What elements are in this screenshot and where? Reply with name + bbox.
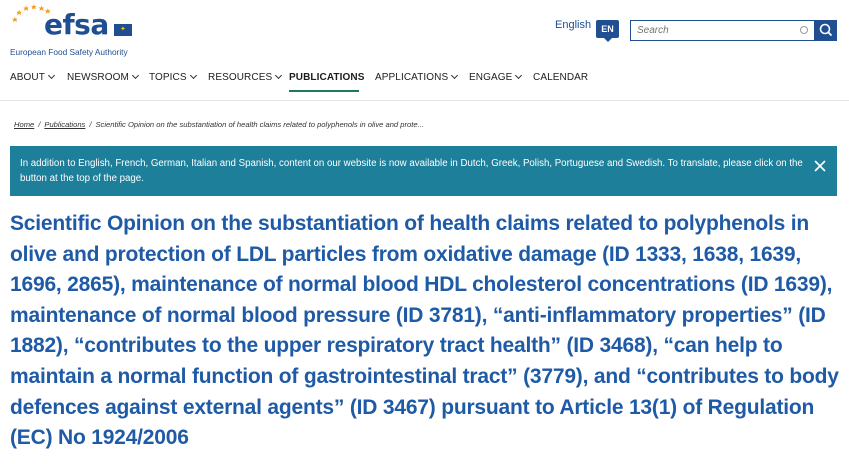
language-label[interactable]: English (555, 19, 591, 31)
close-icon[interactable] (813, 159, 827, 173)
search-box (630, 20, 815, 41)
search-icon (819, 23, 833, 37)
logo-wordmark: efsa (44, 8, 109, 41)
search-input[interactable] (631, 21, 801, 40)
breadcrumb-publications-link[interactable]: Publications (44, 120, 85, 129)
nav-item-publications[interactable]: PUBLICATIONS (289, 72, 364, 83)
clear-icon[interactable] (800, 26, 808, 34)
nav-item-engage[interactable]: ENGAGE (469, 71, 523, 83)
chevron-down-icon (451, 71, 459, 80)
breadcrumb: Home / Publications / Scientific Opinion on … (14, 120, 424, 129)
language-selector-button[interactable]: EN (596, 20, 619, 42)
nav-divider (0, 100, 849, 101)
chevron-down-icon (131, 71, 139, 80)
site-header: efsa ✦ European Food Safety Authority En… (0, 0, 849, 64)
chevron-down-icon (47, 71, 55, 80)
main-navigation: ABOUT NEWSROOM TOPICS RESOURCES PUBLICAT… (0, 71, 849, 92)
eu-flag-icon: ✦ (114, 24, 132, 36)
chevron-down-icon (515, 71, 523, 80)
active-nav-indicator (289, 90, 359, 92)
breadcrumb-current: Scientific Opinion on the substantiation… (95, 120, 424, 129)
breadcrumb-home-link[interactable]: Home (14, 120, 34, 129)
nav-item-topics[interactable]: TOPICS (149, 71, 197, 83)
efsa-logo[interactable]: efsa ✦ European Food Safety Authority (10, 4, 135, 60)
logo-subtitle: European Food Safety Authority (10, 47, 128, 57)
nav-item-applications[interactable]: APPLICATIONS (375, 71, 459, 83)
nav-item-calendar[interactable]: CALENDAR (533, 72, 588, 83)
chevron-down-icon (275, 71, 283, 80)
banner-message: In addition to English, French, German, … (20, 158, 803, 184)
page-title: Scientific Opinion on the substantiation… (10, 212, 839, 450)
nav-item-about[interactable]: ABOUT (10, 71, 55, 83)
chevron-down-icon (189, 71, 197, 80)
nav-item-resources[interactable]: RESOURCES (208, 71, 283, 83)
translation-notice-banner: In addition to English, French, German, … (10, 146, 837, 196)
nav-item-newsroom[interactable]: NEWSROOM (67, 71, 139, 83)
search-button[interactable] (815, 20, 837, 41)
